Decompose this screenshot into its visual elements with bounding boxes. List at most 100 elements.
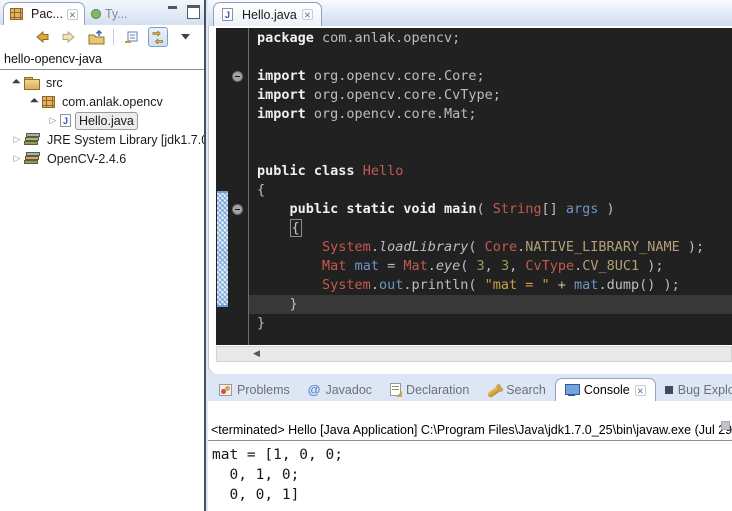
tab-type-hierarchy-label: Ty... <box>105 7 128 21</box>
range-indicator <box>217 191 228 307</box>
view-menu-button[interactable] <box>175 27 195 47</box>
editor-frame: package com.anlak.opencv; import org.open… <box>208 26 732 374</box>
code-lines: package com.anlak.opencv; import org.open… <box>249 28 732 333</box>
panel-window-buttons <box>167 5 199 16</box>
package-explorer-body: hello-opencv-java src com.anlak.opencv ▷… <box>0 25 204 511</box>
tree-item-src[interactable]: src <box>0 73 204 92</box>
console-output-line: 0, 0, 1] <box>212 485 732 505</box>
code-line: } <box>257 314 732 333</box>
code-line: package com.anlak.opencv; <box>257 29 732 48</box>
declaration-icon <box>390 383 401 396</box>
minimize-icon[interactable] <box>167 5 179 16</box>
code-line: import org.opencv.core.CvType; <box>257 86 732 105</box>
code-line <box>257 48 732 67</box>
toolbar-separator <box>113 29 114 45</box>
code-line: public class Hello <box>257 162 732 181</box>
package-explorer-toolbar <box>0 25 204 49</box>
tree-item-label: src <box>43 75 66 91</box>
left-panel-tabbar: Pac... ✕ Ty... <box>0 0 204 25</box>
library-icon <box>24 133 40 146</box>
editor-tab-hello-java[interactable]: J Hello.java ✕ <box>213 2 322 26</box>
search-icon <box>487 385 502 398</box>
editor-area: J Hello.java ✕ package com.anlak.opencv;… <box>208 0 732 374</box>
scroll-left-icon[interactable]: ◀ <box>253 348 260 359</box>
expand-arrow-icon[interactable] <box>28 95 42 109</box>
fold-collapse-icon[interactable] <box>232 71 243 82</box>
link-editor-button[interactable] <box>148 27 168 47</box>
package-icon <box>42 96 55 108</box>
console-output-line: mat = [1, 0, 0; <box>212 445 732 465</box>
bottom-view-panel: Problems @ Javadoc Declaration Search Co… <box>208 377 732 511</box>
tab-javadoc[interactable]: @ Javadoc <box>299 378 381 401</box>
horizontal-scrollbar[interactable]: ◀ <box>216 346 732 362</box>
up-button[interactable] <box>86 27 106 47</box>
expand-arrow-icon[interactable] <box>10 76 24 90</box>
code-line: { <box>257 219 732 238</box>
close-icon[interactable]: ✕ <box>635 385 646 396</box>
code-line: System.out.println( "mat = " + mat.dump(… <box>257 276 732 295</box>
editor-tab-label: Hello.java <box>242 8 297 22</box>
console-output[interactable]: mat = [1, 0, 0; 0, 1, 0; 0, 0, 1] <box>208 441 732 505</box>
forward-button[interactable] <box>59 27 79 47</box>
code-line: System.loadLibrary( Core.NATIVE_LIBRARY_… <box>257 238 732 257</box>
collapse-all-button[interactable] <box>121 27 141 47</box>
tree-item-package[interactable]: com.anlak.opencv <box>0 92 204 111</box>
console-output-line: 0, 1, 0; <box>212 465 732 485</box>
code-line: { <box>257 181 732 200</box>
tab-declaration[interactable]: Declaration <box>381 378 478 401</box>
tree-item-label: OpenCV-2.4.6 <box>44 151 129 167</box>
source-folder-icon <box>24 77 39 89</box>
tab-declaration-label: Declaration <box>406 383 469 397</box>
javadoc-icon: @ <box>308 382 321 397</box>
tab-console-label: Console <box>584 383 630 397</box>
code-editor[interactable]: package com.anlak.opencv; import org.open… <box>216 28 732 345</box>
tree-item-opencv-library[interactable]: ▷ OpenCV-2.4.6 <box>0 149 204 168</box>
maximize-icon[interactable] <box>187 5 199 16</box>
eclipse-workbench: { "sidebar": { "tabs": [ { "label": "Pac… <box>0 0 732 511</box>
code-line: import org.opencv.core.Core; <box>257 67 732 86</box>
console-title: <terminated> Hello [Java Application] C:… <box>208 423 732 441</box>
code-line: import org.opencv.core.Mat; <box>257 105 732 124</box>
tab-console[interactable]: Console ✕ <box>555 378 656 401</box>
package-explorer-icon <box>10 8 23 20</box>
type-hierarchy-icon <box>91 9 101 19</box>
tree-item-label-selected: Hello.java <box>75 112 138 130</box>
code-line <box>257 143 732 162</box>
java-file-icon: J <box>60 114 71 127</box>
tree-item-label: JRE System Library [jdk1.7.0 <box>44 132 204 148</box>
problems-icon <box>219 384 232 396</box>
tab-package-explorer[interactable]: Pac... ✕ <box>3 2 85 25</box>
code-line <box>257 124 732 143</box>
tab-type-hierarchy[interactable]: Ty... <box>85 2 134 25</box>
code-line: public static void main( String[] args ) <box>257 200 732 219</box>
fold-gutter-divider <box>248 28 249 345</box>
close-icon[interactable]: ✕ <box>67 9 78 20</box>
close-icon[interactable]: ✕ <box>302 9 313 20</box>
console-icon <box>565 384 579 396</box>
tab-search[interactable]: Search <box>478 378 555 401</box>
code-line: Mat mat = Mat.eye( 3, 3, CvType.CV_8UC1 … <box>257 257 732 276</box>
bug-explorer-icon <box>665 386 673 394</box>
tab-search-label: Search <box>506 383 546 397</box>
tree-item-hello-java[interactable]: ▷ J Hello.java <box>0 111 204 130</box>
console-toolbar-icon[interactable] <box>721 421 730 430</box>
tab-javadoc-label: Javadoc <box>325 383 372 397</box>
tab-bug-explorer[interactable]: Bug Explorer <box>656 378 732 401</box>
collapse-arrow-icon[interactable]: ▷ <box>46 116 60 125</box>
collapse-arrow-icon[interactable]: ▷ <box>10 135 24 144</box>
tab-problems[interactable]: Problems <box>210 378 299 401</box>
console-view: <terminated> Hello [Java Application] C:… <box>208 401 732 511</box>
tab-bug-explorer-label: Bug Explorer <box>678 383 732 397</box>
fold-collapse-icon[interactable] <box>232 204 243 215</box>
library-icon <box>24 152 40 165</box>
java-file-icon: J <box>222 8 233 21</box>
tree-item-jre-library[interactable]: ▷ JRE System Library [jdk1.7.0 <box>0 130 204 149</box>
back-button[interactable] <box>32 27 52 47</box>
tab-problems-label: Problems <box>237 383 290 397</box>
tab-package-explorer-label: Pac... <box>31 7 63 21</box>
project-header[interactable]: hello-opencv-java <box>0 49 204 70</box>
editor-tabbar: J Hello.java ✕ <box>208 0 732 26</box>
collapse-arrow-icon[interactable]: ▷ <box>10 154 24 163</box>
tree-item-label: com.anlak.opencv <box>59 94 166 110</box>
bottom-tabbar: Problems @ Javadoc Declaration Search Co… <box>208 377 732 401</box>
